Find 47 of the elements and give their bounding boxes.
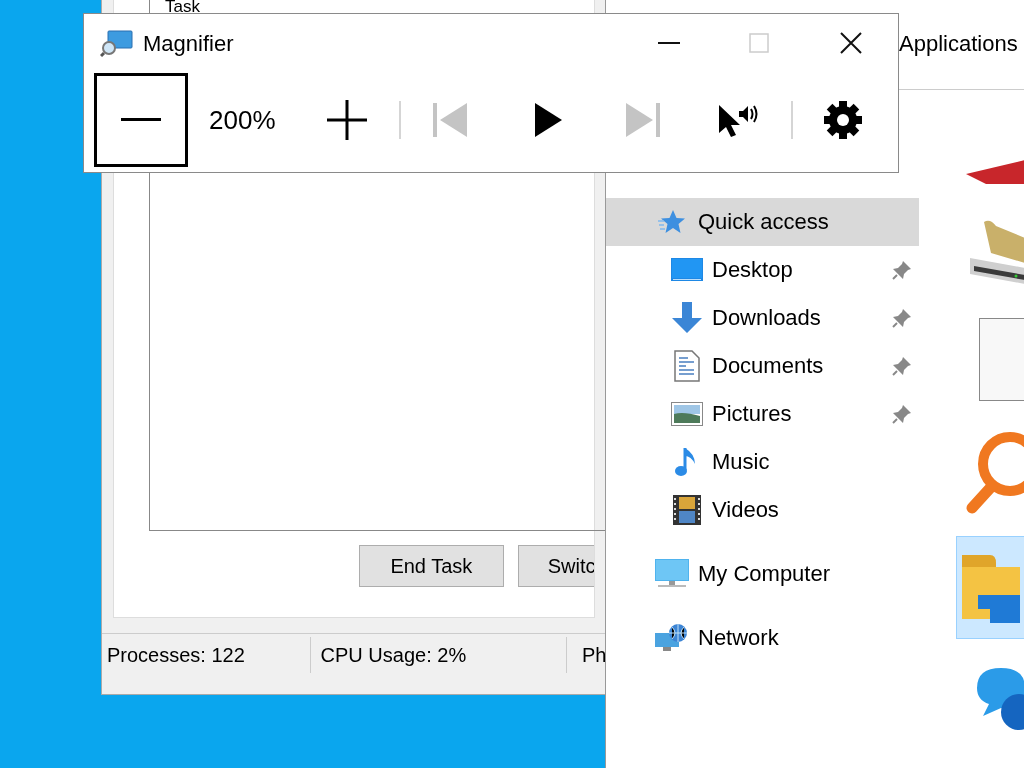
minus-icon: [121, 118, 161, 122]
pin-icon[interactable]: [892, 260, 912, 280]
nav-item[interactable]: Pictures: [606, 390, 919, 438]
file-tile[interactable]: [966, 160, 1024, 184]
down-arrow-icon: [671, 302, 703, 334]
window-title: Magnifier: [143, 29, 234, 58]
star-icon: [658, 209, 686, 235]
settings-icon: [823, 100, 863, 140]
maximize-icon: [749, 33, 769, 53]
minimize-icon: [658, 42, 680, 44]
wedge-icon: [966, 160, 1024, 184]
file-tile[interactable]: [956, 536, 1024, 639]
close-icon: [840, 32, 862, 54]
column-header[interactable]: Applications: [899, 27, 1018, 60]
skip-back-icon: [433, 103, 467, 137]
pin-icon[interactable]: [892, 404, 912, 424]
nav-item[interactable]: Desktop: [606, 246, 919, 294]
folder-icon: [961, 552, 1020, 623]
nav-item[interactable]: Music: [606, 438, 919, 486]
plus-icon: [327, 100, 367, 140]
nav-item[interactable]: Quick access: [606, 198, 919, 246]
pointer-speaker-icon: [719, 103, 759, 137]
nav-item[interactable]: My Computer: [606, 550, 919, 598]
nav-item[interactable]: Downloads: [606, 294, 919, 342]
nav-item[interactable]: Videos: [606, 486, 919, 534]
document-icon: [674, 350, 700, 382]
pin-icon[interactable]: [892, 356, 912, 376]
column-header[interactable]: Task: [165, 0, 200, 13]
network-globe-icon: [655, 623, 689, 653]
file-tile[interactable]: [979, 318, 1024, 401]
zoom-out-button[interactable]: [94, 73, 188, 167]
button[interactable]: End Task: [359, 545, 504, 587]
film-icon: [673, 495, 701, 525]
skip-forward-icon: [626, 103, 660, 137]
button[interactable]: Switc: [517, 545, 594, 587]
status-text: CPU Usage: 2%: [320, 643, 467, 668]
nav-item[interactable]: Network: [606, 614, 919, 662]
status-text: Ph: [582, 643, 607, 668]
play-icon: [534, 103, 562, 137]
pin-icon[interactable]: [892, 308, 912, 328]
desktop-icon: [671, 258, 703, 282]
zoom-level: 200%: [209, 103, 277, 137]
monitor-icon: [655, 559, 689, 589]
status-text: Processes: 122: [107, 643, 245, 668]
picture-icon: [671, 402, 703, 426]
magnifier-app-icon: [100, 28, 134, 58]
nav-item[interactable]: Documents: [606, 342, 919, 390]
